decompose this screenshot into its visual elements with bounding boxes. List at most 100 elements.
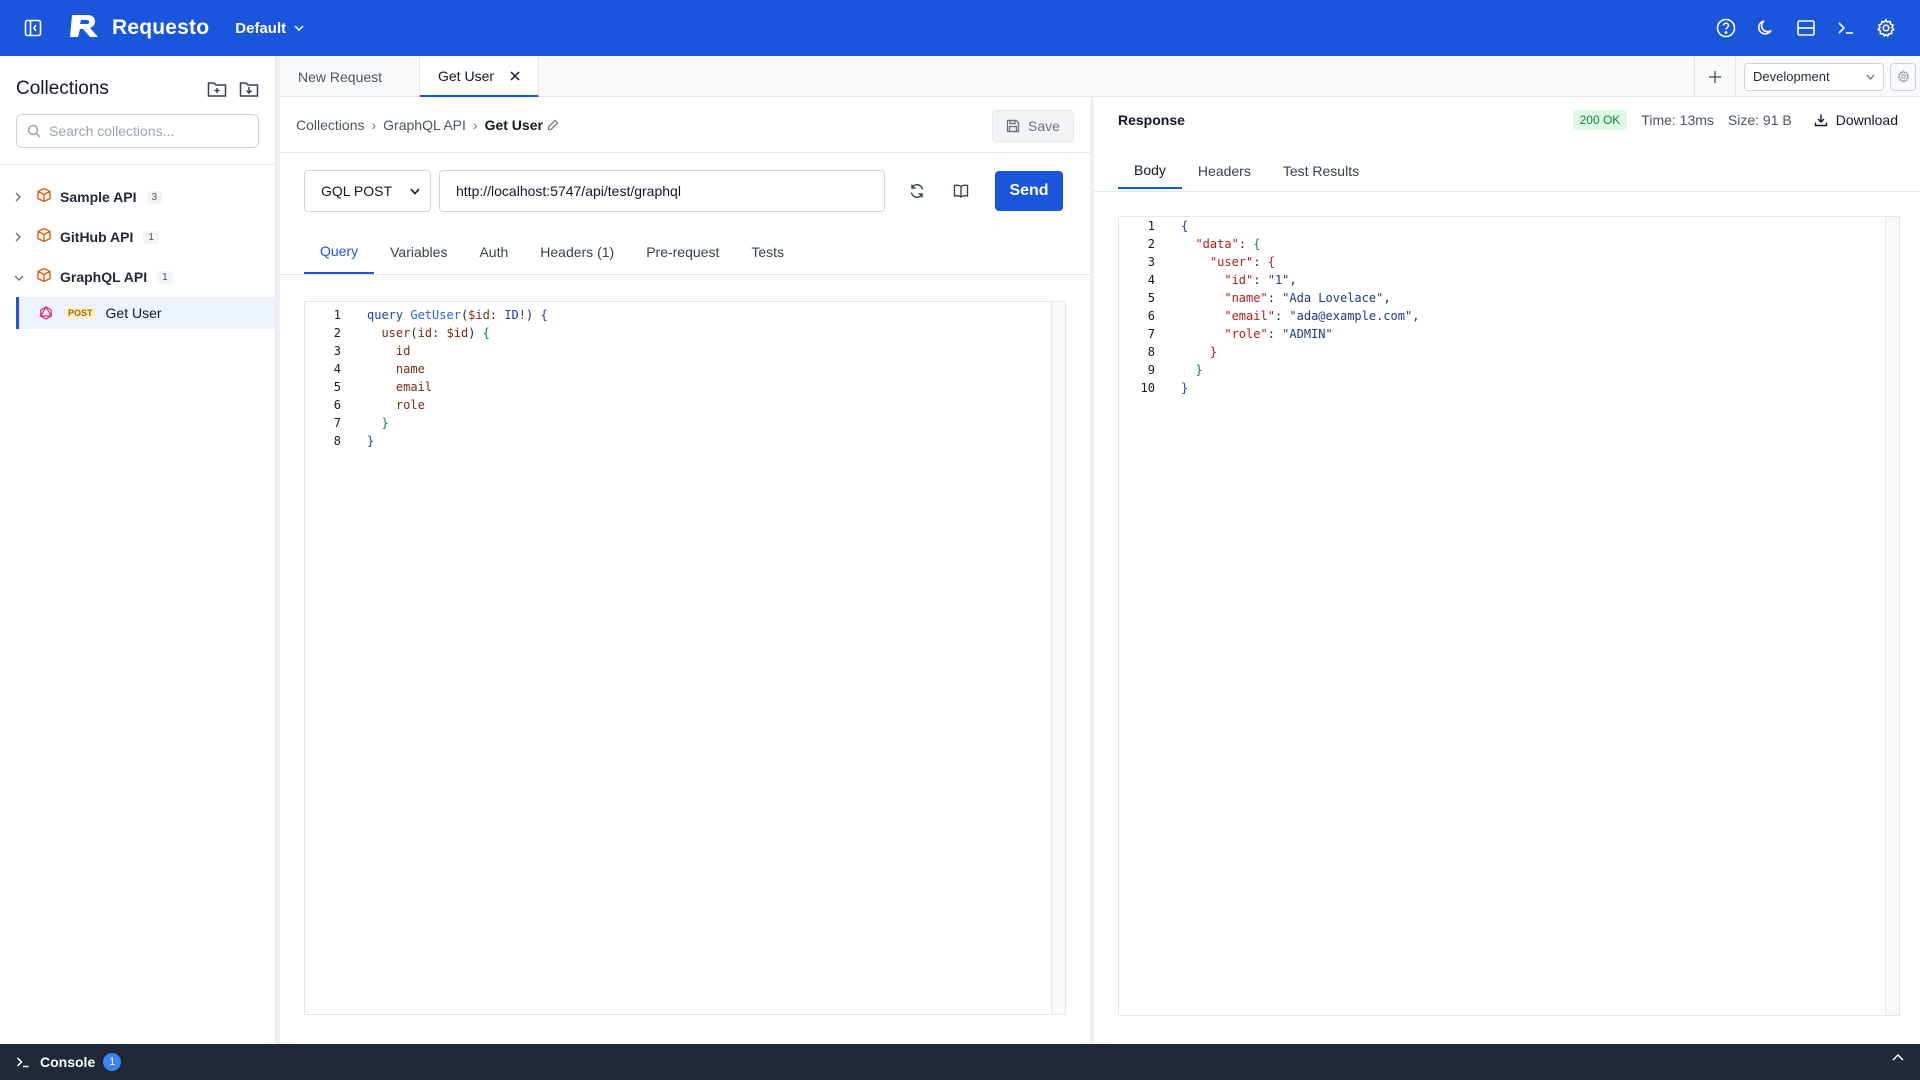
collection-graphql-api[interactable]: GraphQL API 1 — [0, 257, 275, 297]
sidebar-header: Collections — [0, 56, 275, 110]
chevron-down-icon — [1866, 74, 1875, 80]
new-folder-icon[interactable] — [207, 80, 227, 98]
close-icon[interactable] — [510, 70, 520, 81]
environment-settings-button[interactable] — [1890, 62, 1916, 91]
environment-value: Development — [1753, 69, 1830, 84]
subtab-auth[interactable]: Auth — [463, 229, 524, 274]
workspace-name: Default — [235, 19, 287, 37]
subtab-headers[interactable]: Headers (1) — [524, 229, 630, 274]
settings-icon[interactable] — [1866, 8, 1906, 48]
help-icon[interactable] — [1706, 8, 1746, 48]
sidebar-title: Collections — [16, 78, 109, 99]
resp-tab-test-results[interactable]: Test Results — [1267, 153, 1375, 189]
environment-select[interactable]: Development — [1744, 62, 1884, 91]
chevron-right-icon — [14, 229, 24, 246]
gear-icon — [1897, 70, 1909, 83]
plus-icon — [1709, 70, 1721, 83]
request-item-get-user[interactable]: POST Get User — [16, 297, 275, 329]
chevron-up-icon[interactable] — [1892, 1053, 1904, 1061]
code-line: 5 email — [333, 380, 433, 394]
collection-count: 1 — [157, 270, 173, 284]
collection-box-icon — [36, 187, 52, 207]
request-subtabs: Query Variables Auth Headers (1) Pre-req… — [280, 229, 1090, 275]
code-text: } — [367, 416, 389, 430]
download-label: Download — [1835, 112, 1898, 128]
code-line: 6 "email": "ada@example.com", — [1147, 309, 1420, 323]
code-line: 8 } — [1147, 345, 1218, 359]
code-text: email — [367, 380, 433, 394]
book-open-icon — [953, 184, 969, 198]
download-button[interactable]: Download — [1814, 112, 1898, 128]
url-row: GQL POST Send — [304, 170, 1063, 212]
edit-pencil-icon[interactable] — [547, 119, 559, 131]
response-divider — [1094, 191, 1920, 192]
subtab-query[interactable]: Query — [304, 229, 375, 274]
collection-name: GitHub API — [60, 229, 134, 245]
code-text: } — [1181, 381, 1189, 395]
code-text: "id": "1", — [1224, 273, 1297, 287]
response-body-viewer[interactable]: 1{ 2 "data": { 3 "user": { 4 "id": "1", … — [1118, 216, 1900, 1016]
viewer-scrollbar[interactable] — [1885, 217, 1899, 1015]
save-button[interactable]: Save — [992, 110, 1074, 142]
docs-button[interactable] — [941, 171, 981, 211]
sidebar-toggle-icon[interactable] — [22, 17, 44, 39]
tab-new-request[interactable]: New Request — [280, 56, 420, 97]
code-text: } — [1181, 345, 1218, 359]
breadcrumb-current: Get User — [484, 116, 543, 133]
subtab-variables[interactable]: Variables — [374, 229, 463, 274]
method-select[interactable]: GQL POST — [304, 170, 431, 212]
url-input[interactable] — [439, 170, 885, 212]
collections-search[interactable] — [16, 114, 259, 148]
collection-github-api[interactable]: GitHub API 1 — [0, 217, 275, 257]
subtab-pre-request[interactable]: Pre-request — [630, 229, 735, 274]
subtab-tests[interactable]: Tests — [735, 229, 800, 274]
save-label: Save — [1028, 118, 1060, 134]
code-text: } — [367, 434, 375, 448]
tab-get-user[interactable]: Get User — [420, 56, 539, 97]
dark-mode-icon[interactable] — [1746, 8, 1786, 48]
code-text: "data": { — [1195, 237, 1261, 251]
request-name: Get User — [105, 305, 162, 321]
breadcrumb-item[interactable]: Collections — [296, 117, 364, 133]
code-text: "email": "ada@example.com", — [1224, 309, 1420, 323]
status-badge: 200 OK — [1572, 110, 1628, 130]
top-bar: Requesto Default — [0, 0, 1920, 56]
method-value: GQL POST — [321, 183, 393, 199]
brand: Requesto — [68, 13, 209, 43]
code-text: "name": "Ada Lovelace", — [1224, 291, 1391, 305]
console-bar[interactable]: Console 1 — [0, 1044, 1920, 1080]
response-title: Response — [1118, 112, 1185, 128]
add-tab-button[interactable] — [1694, 56, 1736, 97]
terminal-icon[interactable] — [1826, 8, 1866, 48]
breadcrumb: Collections › GraphQL API › Get User — [280, 97, 1090, 153]
breadcrumb-separator: › — [472, 116, 478, 133]
code-line: 3 "user": { — [1147, 255, 1275, 269]
resp-tab-body[interactable]: Body — [1118, 153, 1182, 189]
code-text: id — [367, 344, 411, 358]
collection-name: GraphQL API — [60, 269, 148, 285]
method-badge: POST — [65, 307, 96, 319]
collection-count: 1 — [143, 230, 159, 244]
send-button[interactable]: Send — [995, 171, 1063, 211]
breadcrumb-separator: › — [371, 116, 377, 133]
refresh-icon — [910, 184, 924, 198]
code-line: 9 } — [1147, 363, 1203, 377]
tab-label: Get User — [438, 67, 495, 84]
breadcrumb-item[interactable]: GraphQL API — [383, 117, 466, 133]
resp-tab-headers[interactable]: Headers — [1182, 153, 1267, 189]
workspace-selector[interactable]: Default — [235, 20, 304, 37]
query-editor[interactable]: 1 query GetUser($id: ID!) { 2 user(id: $i… — [304, 301, 1066, 1015]
import-icon[interactable] — [239, 80, 259, 98]
search-icon — [27, 124, 41, 138]
collection-sample-api[interactable]: Sample API 3 — [0, 177, 275, 217]
search-input[interactable] — [49, 123, 248, 139]
code-text: query GetUser($id: ID!) { — [367, 308, 548, 322]
code-line: 5 "name": "Ada Lovelace", — [1147, 291, 1391, 305]
code-text: user(id: $id) { — [381, 326, 490, 340]
refresh-schema-button[interactable] — [897, 171, 937, 211]
layout-icon[interactable] — [1786, 8, 1826, 48]
app-name: Requesto — [112, 16, 210, 39]
editor-scrollbar[interactable] — [1051, 302, 1065, 1014]
chevron-down-icon — [14, 269, 24, 286]
code-line: 7 } — [333, 416, 389, 430]
